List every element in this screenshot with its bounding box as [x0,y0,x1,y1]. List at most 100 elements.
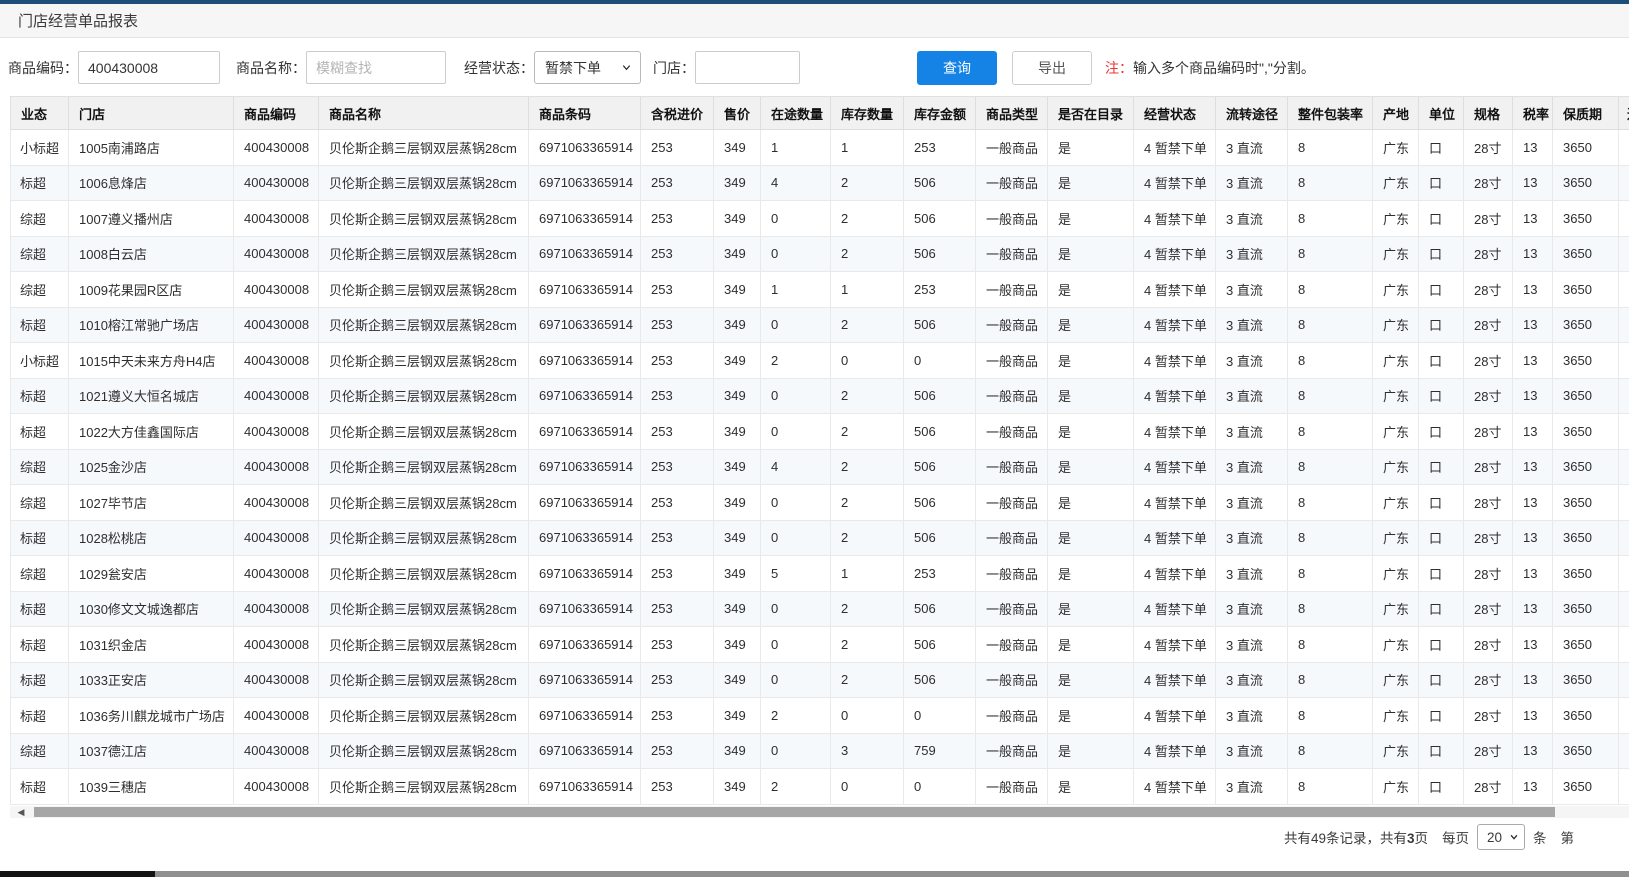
status-select[interactable]: 暂禁下单 [534,51,641,84]
cell-channel: 3 直流 [1216,450,1288,486]
cell-name: 贝伦斯企鹅三层钢双层蒸锅28cm [319,734,529,770]
report-table[interactable]: 业态门店商品编码商品名称商品条码含税进价售价在途数量库存数量库存金额商品类型是否… [10,96,1629,818]
cell-origin: 广东 [1373,308,1419,344]
table-row: 标超1036务川麒龙城市广场店400430008贝伦斯企鹅三层钢双层蒸锅28cm… [10,698,1629,734]
product-name-input[interactable] [306,51,446,84]
cell-store: 1029瓮安店 [69,556,234,592]
cell-in_transit: 0 [761,485,831,521]
cell-pack_rate: 8 [1288,556,1373,592]
cell-tax: 13 [1513,734,1553,770]
cell-stock_amt: 506 [904,166,976,202]
cell-name: 贝伦斯企鹅三层钢双层蒸锅28cm [319,166,529,202]
scroll-left-arrow-icon[interactable]: ◀ [13,806,29,818]
cell-in_catalog: 是 [1048,734,1134,770]
cell-in_catalog: 是 [1048,166,1134,202]
store-input[interactable] [695,51,800,84]
cell-type: 一般商品 [976,166,1048,202]
cell-unit: 口 [1419,698,1464,734]
cell-code: 400430008 [234,556,319,592]
cell-clipped [1619,556,1629,592]
query-button[interactable]: 查询 [917,51,997,85]
col-header-spec: 规格 [1464,97,1513,130]
cell-stock_amt: 759 [904,734,976,770]
cell-unit: 口 [1419,201,1464,237]
cell-store: 1033正安店 [69,663,234,699]
cell-tax: 13 [1513,663,1553,699]
cell-status: 4 暂禁下单 [1134,663,1216,699]
cell-spec: 28寸 [1464,521,1513,557]
cell-status: 4 暂禁下单 [1134,769,1216,805]
cell-store: 1010榕江常驰广场店 [69,308,234,344]
cell-status: 4 暂禁下单 [1134,166,1216,202]
cell-in_catalog: 是 [1048,308,1134,344]
cell-unit: 口 [1419,450,1464,486]
cell-barcode: 6971063365914 [529,130,641,166]
scrollbar-thumb[interactable] [34,807,1555,817]
cell-in_transit: 4 [761,166,831,202]
cell-unit: 口 [1419,166,1464,202]
cell-yetai: 标超 [11,663,69,699]
cell-in_transit: 0 [761,627,831,663]
cell-price: 349 [714,343,761,379]
cell-barcode: 6971063365914 [529,663,641,699]
table-horizontal-scrollbar[interactable]: ◀ [10,806,1629,818]
export-button[interactable]: 导出 [1012,51,1092,85]
cell-name: 贝伦斯企鹅三层钢双层蒸锅28cm [319,308,529,344]
cell-tax: 13 [1513,166,1553,202]
window-horizontal-scrollbar[interactable] [0,871,1629,877]
cell-clipped [1619,201,1629,237]
cell-stock_qty: 2 [831,414,904,450]
cell-type: 一般商品 [976,485,1048,521]
cell-pack_rate: 8 [1288,450,1373,486]
cell-shelf_life: 3650 [1553,769,1619,805]
col-header-channel: 流转途径 [1216,97,1288,130]
cell-tax: 13 [1513,769,1553,805]
table-row: 标超1006息烽店400430008贝伦斯企鹅三层钢双层蒸锅28cm697106… [10,166,1629,202]
table-row: 标超1028松桃店400430008贝伦斯企鹅三层钢双层蒸锅28cm697106… [10,521,1629,557]
table-row: 标超1021遵义大恒名城店400430008贝伦斯企鹅三层钢双层蒸锅28cm69… [10,379,1629,415]
cell-in_transit: 1 [761,130,831,166]
cell-price: 349 [714,130,761,166]
cell-shelf_life: 3650 [1553,166,1619,202]
cell-channel: 3 直流 [1216,627,1288,663]
cell-channel: 3 直流 [1216,166,1288,202]
col-header-store: 门店 [69,97,234,130]
cell-cost: 253 [641,414,714,450]
cell-in_catalog: 是 [1048,237,1134,273]
cell-status: 4 暂禁下单 [1134,521,1216,557]
cell-pack_rate: 8 [1288,379,1373,415]
cell-in_catalog: 是 [1048,698,1134,734]
cell-origin: 广东 [1373,272,1419,308]
cell-store: 1005南浦路店 [69,130,234,166]
cell-origin: 广东 [1373,485,1419,521]
page-size-select[interactable]: 20 [1477,824,1525,850]
cell-yetai: 综超 [11,556,69,592]
cell-spec: 28寸 [1464,343,1513,379]
window-scrollbar-thumb[interactable] [0,871,155,877]
cell-in_catalog: 是 [1048,556,1134,592]
cell-store: 1025金沙店 [69,450,234,486]
cell-price: 349 [714,201,761,237]
col-header-yetai: 业态 [11,97,69,130]
cell-code: 400430008 [234,237,319,273]
cell-status: 4 暂禁下单 [1134,450,1216,486]
cell-clipped [1619,237,1629,273]
cell-channel: 3 直流 [1216,130,1288,166]
cell-status: 4 暂禁下单 [1134,485,1216,521]
cell-origin: 广东 [1373,556,1419,592]
cell-stock_amt: 506 [904,627,976,663]
cell-clipped [1619,769,1629,805]
cell-spec: 28寸 [1464,450,1513,486]
cell-type: 一般商品 [976,379,1048,415]
cell-cost: 253 [641,308,714,344]
filter-bar: 商品编码： 商品名称： 经营状态： 暂禁下单 门店： 查询 导出 注：输入多个商… [0,39,1629,96]
cell-stock_qty: 1 [831,272,904,308]
cell-unit: 口 [1419,130,1464,166]
product-code-input[interactable] [78,51,220,84]
note-text: 注：输入多个商品编码时","分割。 [1105,58,1315,78]
cell-spec: 28寸 [1464,272,1513,308]
cell-barcode: 6971063365914 [529,556,641,592]
status-select-value: 暂禁下单 [545,58,601,78]
cell-shelf_life: 3650 [1553,627,1619,663]
cell-unit: 口 [1419,663,1464,699]
